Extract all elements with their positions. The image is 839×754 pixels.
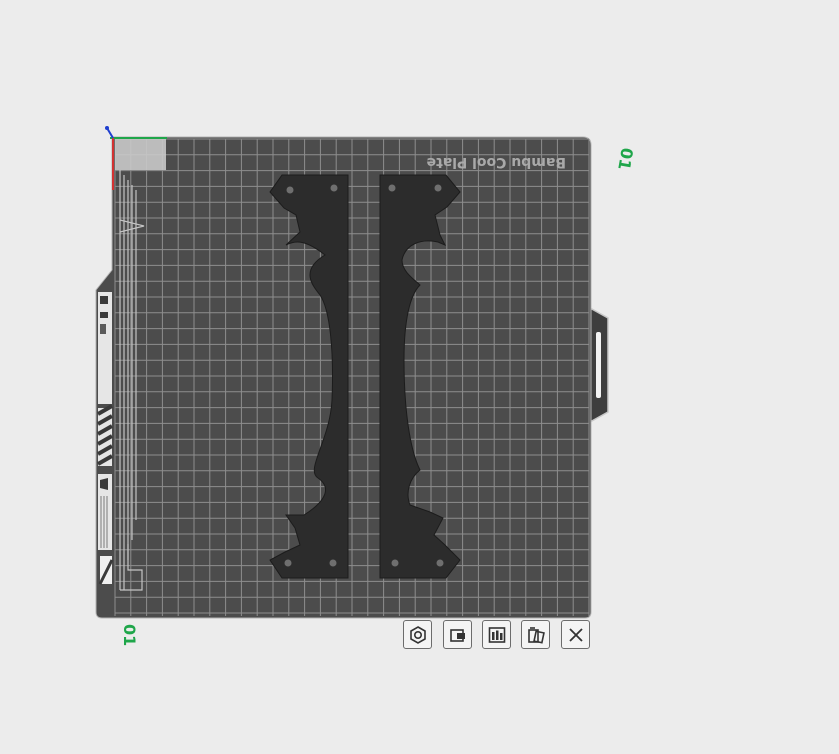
lock-plate-button[interactable] [443,620,472,649]
origin-block [115,139,166,170]
arrange-icon [488,626,505,643]
3d-viewport[interactable]: Bambu Cool Plate 01 01 [0,0,839,754]
plate-settings-button[interactable] [403,620,432,649]
arrange-button[interactable] [482,620,511,649]
close-icon [568,627,583,642]
plate-name-label: Bambu Cool Plate [427,154,566,170]
gear-hexagon-icon [409,625,426,644]
auto-orient-button[interactable] [521,620,550,649]
warning-hatch [97,404,113,466]
remove-plate-button[interactable] [561,620,590,649]
plate-number-side: 01 [614,146,637,171]
orient-icon [527,626,545,644]
plate-number-front: 01 [120,624,139,646]
build-plate[interactable]: Bambu Cool Plate 01 01 [95,126,637,646]
plate-handle-slot [596,332,601,398]
plate-sticker-strip [97,292,114,585]
lock-icon [449,628,465,642]
